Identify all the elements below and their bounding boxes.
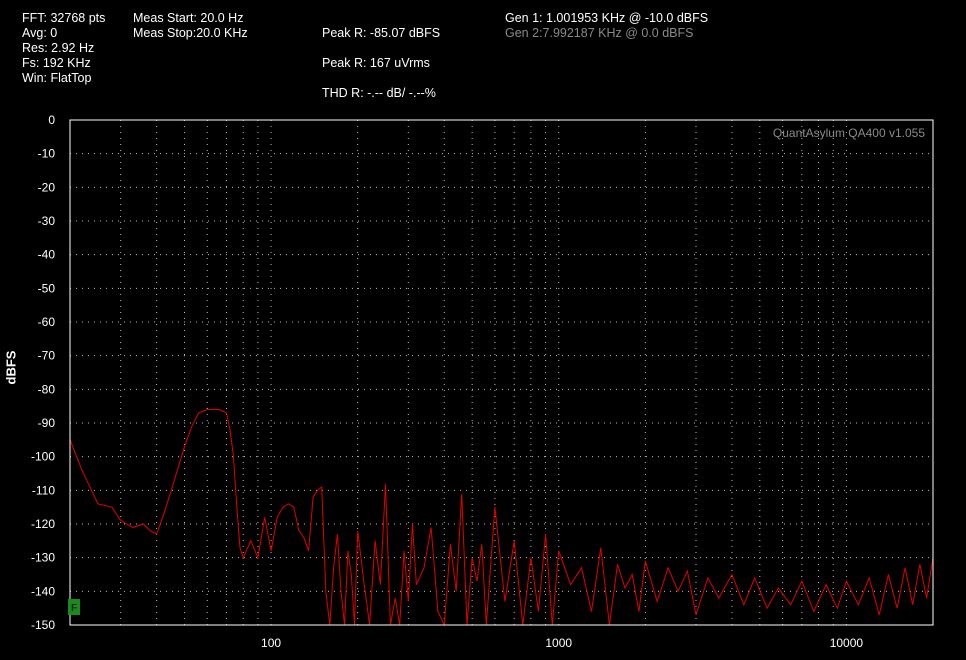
y-tick-label: -80 xyxy=(38,382,56,396)
x-tick-labels: 100 1000 10000 xyxy=(261,636,863,650)
y-tick-label: -140 xyxy=(31,584,55,598)
marker-label: F xyxy=(71,603,77,614)
y-tick-label: -110 xyxy=(32,483,55,497)
y-tick-label: -60 xyxy=(38,315,56,329)
plot-frame xyxy=(69,119,934,626)
y-tick-label: -50 xyxy=(38,281,56,295)
grid xyxy=(70,120,933,625)
y-tick-label: -150 xyxy=(31,618,55,632)
spectrum-trace xyxy=(69,409,934,627)
y-tick-label: -10 xyxy=(38,147,56,161)
y-tick-label: -120 xyxy=(31,517,55,531)
spectrum-chart: 0 -10 -20 -30 -40 -50 -60 -70 -80 -90 -100 -110 -120… xyxy=(31,113,934,650)
x-tick-label: 1000 xyxy=(545,636,572,650)
watermark: QuantAsylum QA400 v1.055 xyxy=(773,126,925,140)
y-tick-label: -90 xyxy=(38,416,56,430)
x-tick-label: 100 xyxy=(261,636,281,650)
y-tick-label: -30 xyxy=(38,214,56,228)
y-tick-label: -20 xyxy=(38,180,56,194)
y-tick-label: -100 xyxy=(31,450,55,464)
y-tick-label: -70 xyxy=(38,349,56,363)
y-tick-label: -130 xyxy=(31,551,55,565)
y-tick-label: 0 xyxy=(48,113,55,127)
y-tick-labels: 0 -10 -20 -30 -40 -50 -60 -70 -80 -90 -100 -110 -120… xyxy=(31,113,55,632)
y-tick-label: -40 xyxy=(38,248,56,262)
marker-f[interactable]: F xyxy=(68,599,80,615)
x-tick-label: 10000 xyxy=(830,636,864,650)
